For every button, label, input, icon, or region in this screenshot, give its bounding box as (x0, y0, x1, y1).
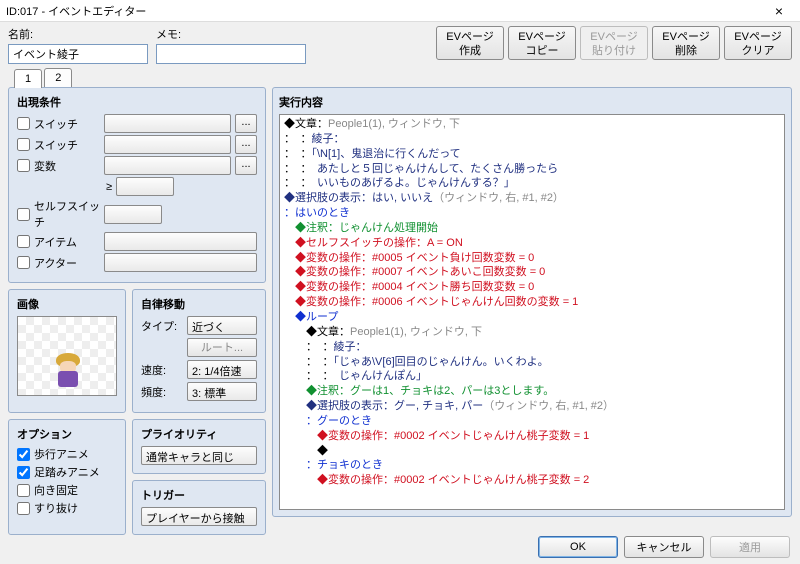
trigger-dropdown[interactable]: プレイヤーから接触 (141, 507, 257, 526)
variable-dropdown[interactable] (104, 156, 231, 175)
walk-anim-label: 歩行アニメ (34, 446, 89, 462)
item-dropdown[interactable] (104, 232, 257, 251)
type-label: タイプ: (141, 318, 183, 334)
variable-ellipsis[interactable]: ... (235, 156, 257, 175)
variable-label: 変数 (34, 158, 100, 174)
titlebar: ID:017 - イベントエディター × (0, 0, 800, 22)
selfswitch-label: セルフスイッチ (34, 198, 100, 230)
selfswitch-checkbox[interactable] (17, 208, 30, 221)
item-checkbox[interactable] (17, 235, 30, 248)
switch1-ellipsis[interactable]: ... (235, 114, 257, 133)
image-header: 画像 (17, 296, 117, 312)
switch1-dropdown[interactable] (104, 114, 231, 133)
dir-fix-label: 向き固定 (34, 482, 78, 498)
step-anim-checkbox[interactable] (17, 466, 30, 479)
speed-dropdown[interactable]: 2: 1/4倍速 (187, 360, 257, 379)
window-title: ID:017 - イベントエディター (6, 3, 764, 19)
ev-create-button[interactable]: EVページ作成 (436, 26, 504, 60)
name-label: 名前: (8, 26, 148, 42)
variable-value-spinner[interactable] (116, 177, 174, 196)
autonomous-header: 自律移動 (141, 296, 257, 312)
actor-checkbox[interactable] (17, 256, 30, 269)
through-label: すり抜け (34, 500, 78, 516)
exec-header: 実行内容 (279, 94, 785, 110)
ev-paste-button: EVページ貼り付け (580, 26, 648, 60)
options-panel: オプション 歩行アニメ 足踏みアニメ 向き固定 すり抜け (8, 419, 126, 535)
name-input[interactable] (8, 44, 148, 64)
sprite-icon (52, 353, 84, 391)
memo-label: メモ: (156, 26, 306, 42)
gte-label: ≥ (106, 181, 112, 193)
apply-button: 適用 (710, 536, 790, 558)
close-icon[interactable]: × (764, 3, 794, 19)
exec-list[interactable]: ◆文章：People1(1), ウィンドウ, 下： ：綾子：： ：「\N[1]、… (279, 114, 785, 510)
trigger-header: トリガー (141, 487, 257, 503)
dir-fix-checkbox[interactable] (17, 484, 30, 497)
actor-dropdown[interactable] (104, 253, 257, 272)
options-header: オプション (17, 426, 117, 442)
memo-input[interactable] (156, 44, 306, 64)
footer-buttons: OK キャンセル 適用 (538, 536, 790, 558)
priority-header: プライオリティ (141, 426, 257, 442)
cancel-button[interactable]: キャンセル (624, 536, 704, 558)
step-anim-label: 足踏みアニメ (34, 464, 100, 480)
conditions-header: 出現条件 (17, 94, 257, 110)
priority-dropdown[interactable]: 通常キャラと同じ (141, 446, 257, 465)
speed-label: 速度: (141, 362, 183, 378)
switch2-dropdown[interactable] (104, 135, 231, 154)
freq-dropdown[interactable]: 3: 標準 (187, 382, 257, 401)
through-checkbox[interactable] (17, 502, 30, 515)
ev-copy-button[interactable]: EVページコピー (508, 26, 576, 60)
switch2-checkbox[interactable] (17, 138, 30, 151)
top-row: 名前: メモ: EVページ作成 EVページコピー EVページ貼り付け EVページ… (0, 22, 800, 66)
conditions-panel: 出現条件 スイッチ... スイッチ... 変数... ≥ セルフスイッチ アイテ… (8, 87, 266, 283)
selfswitch-dropdown[interactable] (104, 205, 162, 224)
image-panel: 画像 (8, 289, 126, 413)
trigger-panel: トリガー プレイヤーから接触 (132, 480, 266, 535)
type-dropdown[interactable]: 近づく (187, 316, 257, 335)
route-button: ルート... (187, 338, 257, 357)
priority-panel: プライオリティ 通常キャラと同じ (132, 419, 266, 474)
ev-clear-button[interactable]: EVページクリア (724, 26, 792, 60)
walk-anim-checkbox[interactable] (17, 448, 30, 461)
ev-page-buttons: EVページ作成 EVページコピー EVページ貼り付け EVページ削除 EVページ… (436, 26, 792, 60)
switch2-label: スイッチ (34, 137, 100, 153)
exec-panel: 実行内容 ◆文章：People1(1), ウィンドウ, 下： ：綾子：： ：「\… (272, 87, 792, 517)
switch1-checkbox[interactable] (17, 117, 30, 130)
switch1-label: スイッチ (34, 116, 100, 132)
tab-2[interactable]: 2 (44, 68, 72, 87)
character-image[interactable] (17, 316, 117, 396)
ok-button[interactable]: OK (538, 536, 618, 558)
freq-label: 頻度: (141, 384, 183, 400)
item-label: アイテム (34, 234, 100, 250)
variable-checkbox[interactable] (17, 159, 30, 172)
autonomous-panel: 自律移動 タイプ:近づく ルート... 速度:2: 1/4倍速 頻度:3: 標準 (132, 289, 266, 413)
switch2-ellipsis[interactable]: ... (235, 135, 257, 154)
actor-label: アクター (34, 255, 100, 271)
ev-delete-button[interactable]: EVページ削除 (652, 26, 720, 60)
tab-1[interactable]: 1 (14, 69, 42, 88)
page-tabs: 1 2 (14, 68, 800, 87)
